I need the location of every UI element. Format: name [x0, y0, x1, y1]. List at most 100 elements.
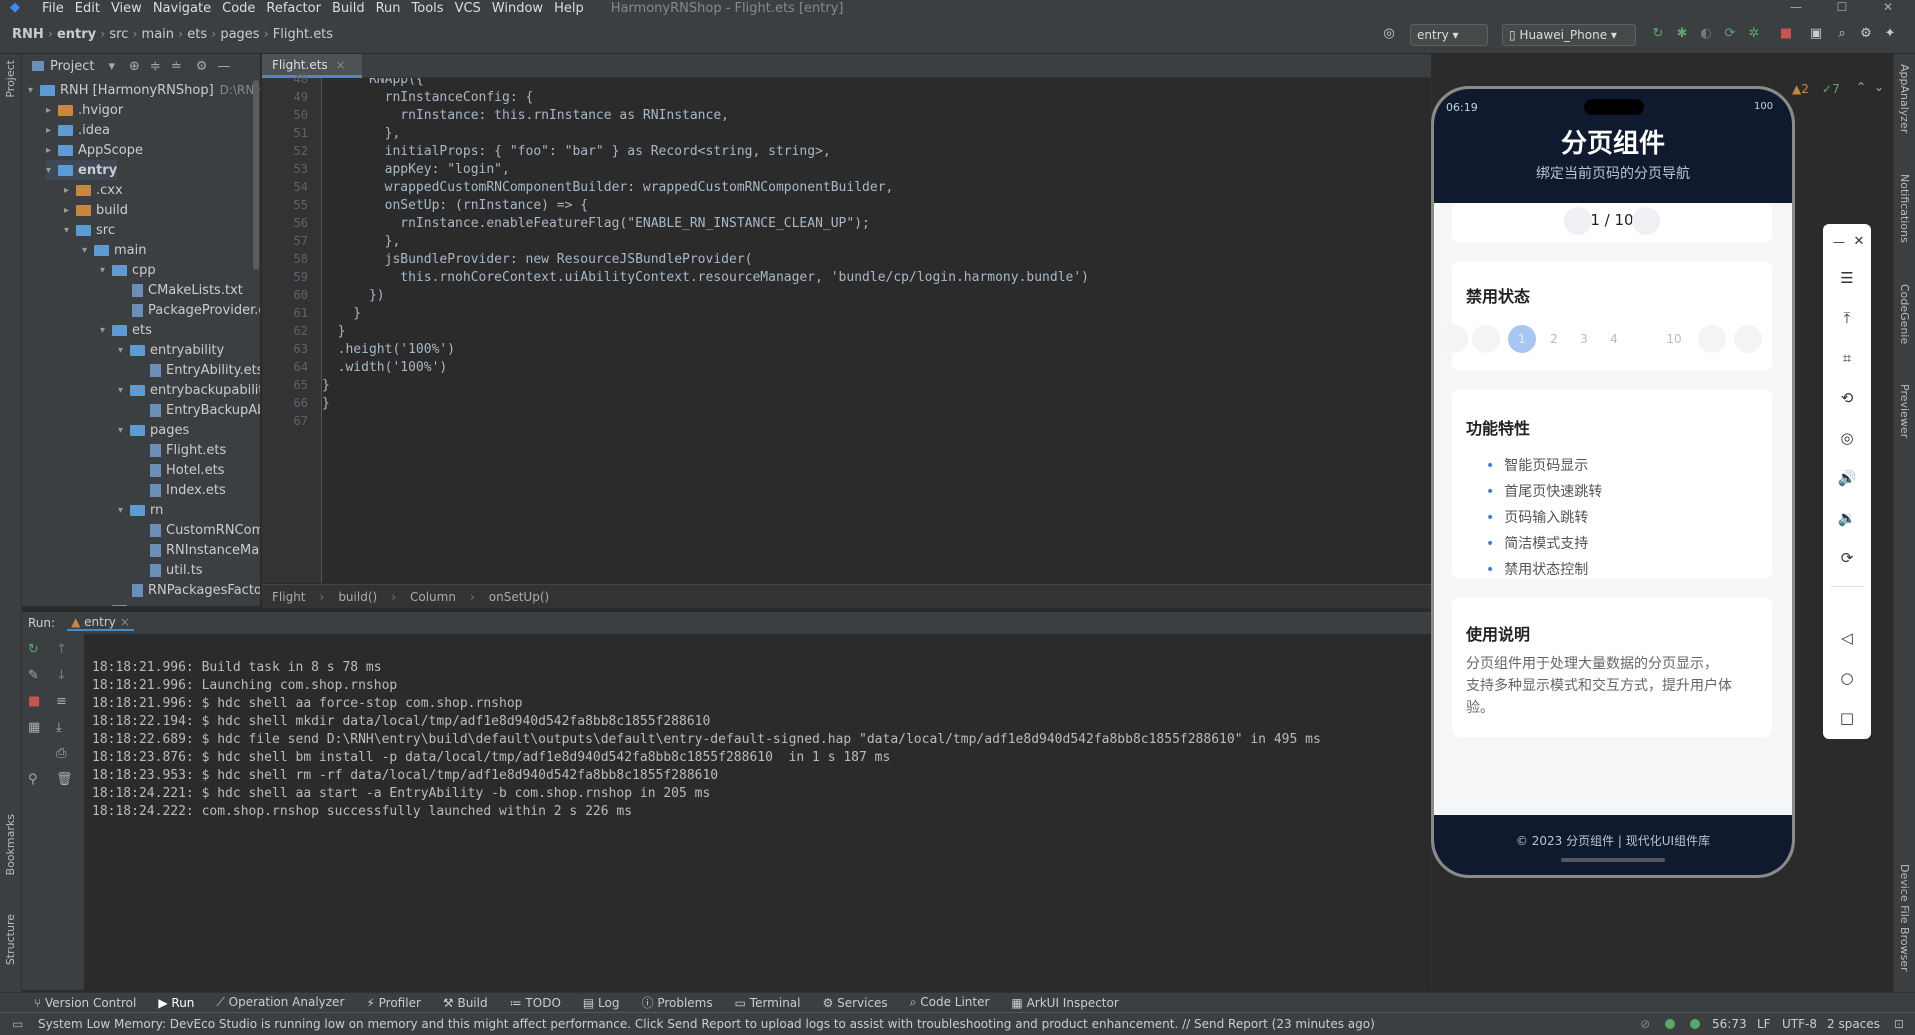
chevron-down-icon[interactable]: ▾ [64, 225, 76, 236]
tree-folder-item[interactable]: ▾ resources [100, 600, 195, 606]
menu-edit[interactable]: Edit [75, 1, 100, 16]
stop-run-icon[interactable]: ■ [28, 694, 40, 709]
print-icon[interactable]: ⎙ [56, 746, 66, 761]
project-scrollbar[interactable] [253, 80, 259, 270]
breadcrumb-onsetup[interactable]: onSetUp() [489, 590, 549, 604]
tree-file-item[interactable]: RNPackagesFactor [118, 580, 260, 600]
tree-folder-item[interactable]: ▾ cpp [100, 260, 156, 280]
cursor-position[interactable]: 56:73 [1712, 1017, 1747, 1031]
tree-file-item[interactable]: Flight.ets [136, 440, 226, 460]
project-view-select[interactable]: Project [50, 59, 94, 74]
clear-output-icon[interactable]: 🗑 [56, 772, 73, 787]
menu-build[interactable]: Build [332, 1, 365, 16]
hide-panel-icon[interactable]: — [217, 59, 230, 74]
services-tab[interactable]: ⚙ Services [823, 996, 888, 1010]
close-window-icon[interactable]: ✕ [1865, 0, 1911, 16]
previewer-tool-button[interactable]: Previewer [1898, 384, 1911, 438]
scroll-to-end-icon[interactable]: ⤓ [56, 720, 62, 735]
maximize-icon[interactable]: ☐ [1819, 0, 1865, 16]
target-icon[interactable]: ◎ [1381, 26, 1397, 42]
settings-icon[interactable]: ⚙ [1858, 26, 1874, 42]
profile-icon[interactable]: ◐ [1698, 26, 1714, 42]
appanalyzer-tool-button[interactable]: AppAnalyzer [1898, 64, 1911, 133]
chevron-down-icon[interactable]: ▾ [118, 385, 130, 396]
menu-code[interactable]: Code [222, 1, 255, 16]
tree-folder-item[interactable]: ▾ ets [100, 320, 152, 340]
menu-window[interactable]: Window [492, 1, 543, 16]
bookmarks-tool-button[interactable]: Bookmarks [4, 814, 17, 875]
attach-debugger-icon[interactable]: ✲ [1746, 26, 1762, 42]
chevron-right-icon[interactable]: ▸ [46, 105, 58, 116]
tree-file-item[interactable]: RNInstanceMar [136, 540, 260, 560]
tree-folder-item[interactable]: ▾ pages [118, 420, 189, 440]
layout-icon[interactable]: ▦ [28, 720, 40, 735]
chevron-down-icon[interactable]: ▾ [118, 345, 130, 356]
code-editor[interactable]: RNApp({ rnInstanceConfig: { rnInstance: … [322, 78, 1431, 583]
minimize-icon[interactable]: — [1773, 0, 1819, 16]
chevron-right-icon[interactable]: ▸ [64, 205, 76, 216]
chevron-down-icon[interactable]: ▾ [100, 265, 112, 276]
crumb-main[interactable]: main [142, 27, 174, 42]
terminal-tab[interactable]: ▭ Terminal [735, 996, 801, 1010]
chevron-down-icon[interactable]: ▾ [100, 605, 112, 607]
tree-folder-item[interactable]: ▾ src [64, 220, 115, 240]
warnings-indicator[interactable]: ▲2 [1792, 82, 1809, 96]
device-manager-icon[interactable]: ▣ [1808, 26, 1824, 42]
breadcrumb-build[interactable]: build() [338, 590, 377, 604]
status-message[interactable]: System Low Memory: DevEco Studio is runn… [38, 1017, 1375, 1031]
screenshot-icon[interactable]: ◎ [1837, 428, 1857, 448]
plugin-icon[interactable]: ✦ [1882, 26, 1898, 42]
menu-view[interactable]: View [111, 1, 142, 16]
panel-settings-icon[interactable]: ⚙ [196, 59, 208, 74]
project-tool-button[interactable]: Project [4, 60, 17, 98]
chevron-right-icon[interactable]: ▸ [46, 125, 58, 136]
debug-icon[interactable]: ✱ [1674, 26, 1690, 42]
operation-analyzer-tab[interactable]: ⟋ Operation Analyzer [216, 995, 344, 1010]
menu-icon[interactable]: ☰ [1837, 268, 1857, 288]
crop-icon[interactable]: ⌗ [1837, 348, 1857, 368]
arkui-inspector-tab[interactable]: ▦ ArkUI Inspector [1011, 996, 1118, 1010]
crumb-project[interactable]: RNH [12, 27, 44, 42]
structure-tool-button[interactable]: Structure [4, 914, 17, 965]
shake-icon[interactable]: ⟳ [1837, 548, 1857, 568]
tree-folder-item[interactable]: ▾ entry [46, 160, 118, 180]
volume-up-icon[interactable]: 🔊 [1837, 468, 1857, 488]
menu-file[interactable]: File [42, 1, 64, 16]
tree-file-item[interactable]: PackageProvider.c [118, 300, 260, 320]
menu-vcs[interactable]: VCS [455, 1, 481, 16]
device-file-browser-tool-button[interactable]: Device File Browser [1898, 864, 1911, 972]
pin-icon[interactable]: ⚲ [28, 772, 38, 787]
file-encoding[interactable]: UTF-8 [1782, 1017, 1817, 1031]
tree-file-item[interactable]: util.ts [136, 560, 203, 580]
run-tab-entry[interactable]: ▲ entry × [67, 615, 134, 631]
menu-tools[interactable]: Tools [412, 1, 444, 16]
ok-indicator[interactable]: ✓7 [1822, 82, 1840, 96]
chevron-down-icon[interactable]: ▾ [100, 325, 112, 336]
crumb-src[interactable]: src [109, 27, 128, 42]
chevron-down-icon[interactable]: ▾ [46, 165, 58, 176]
volume-down-icon[interactable]: 🔉 [1837, 508, 1857, 528]
tree-folder-item[interactable]: ▾ RNH [HarmonyRNShop] D:\RNH [28, 80, 260, 100]
device-select[interactable]: ▯ Huawei_Phone ▾ [1502, 24, 1636, 46]
scroll-up-icon[interactable]: ↑ [56, 642, 67, 657]
menu-run[interactable]: Run [376, 1, 401, 16]
tree-folder-item[interactable]: ▾ entrybackupability [118, 380, 260, 400]
project-view-dropdown-icon[interactable]: ▾ [108, 59, 115, 74]
chevron-down-icon[interactable]: ▾ [118, 505, 130, 516]
crumb-pages[interactable]: pages [220, 27, 259, 42]
profiler-tab[interactable]: ⚡ Profiler [366, 996, 421, 1010]
version-control-tab[interactable]: ⑂ Version Control [34, 996, 136, 1010]
run-output-console[interactable]: 18:18:21.996: Build task in 8 s 78 ms 18:… [84, 634, 1431, 990]
recents-icon[interactable]: □ [1837, 708, 1857, 728]
wrench-icon[interactable]: ✎ [28, 668, 39, 683]
tree-file-item[interactable]: Index.ets [136, 480, 226, 500]
previous-highlight-icon[interactable]: ⌃ [1856, 80, 1866, 94]
chevron-down-icon[interactable]: ▾ [28, 85, 40, 96]
minimize-toolbar-icon[interactable]: — [1829, 232, 1849, 252]
tab-flight-ets[interactable]: Flight.ets × [262, 54, 362, 78]
run-config-select[interactable]: entry ▾ [1410, 24, 1488, 46]
menu-navigate[interactable]: Navigate [153, 1, 211, 16]
indent-setting[interactable]: 2 spaces [1827, 1017, 1880, 1031]
rerun-run-icon[interactable]: ↻ [28, 642, 39, 657]
build-tab[interactable]: ⚒ Build [443, 996, 488, 1010]
